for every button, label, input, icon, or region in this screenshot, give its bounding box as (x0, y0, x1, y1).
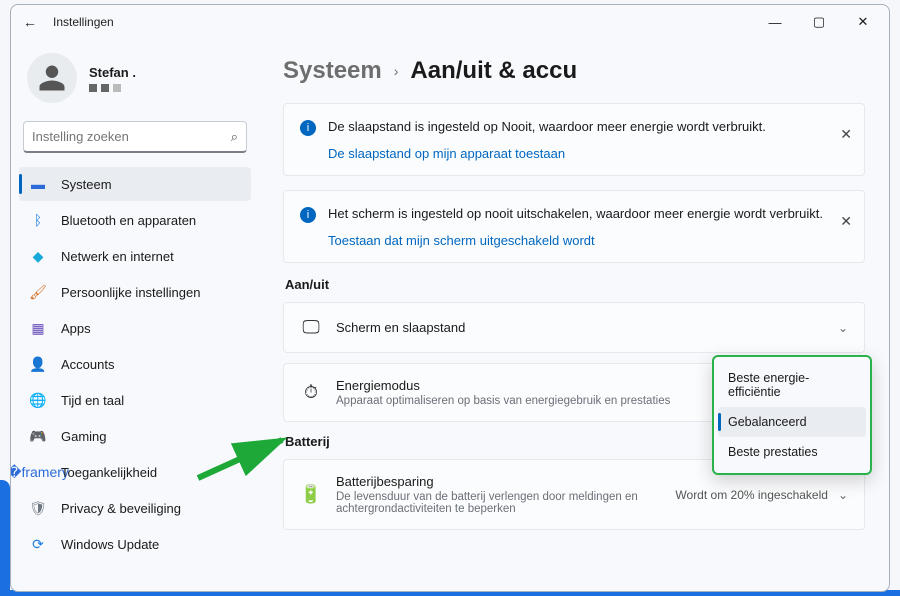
info-icon: i (300, 207, 316, 223)
gauge-icon: ⏱ (300, 382, 322, 403)
shield-icon: 🛡 (29, 499, 47, 517)
breadcrumb-parent[interactable]: Systeem (283, 57, 382, 85)
titlebar: ← Instellingen — ▢ ✕ (11, 5, 889, 39)
setting-title: Scherm en slaapstand (336, 320, 824, 335)
sidebar-item-time-language[interactable]: 🌐 Tijd en taal (19, 383, 251, 417)
info-icon: i (300, 120, 316, 136)
minimize-button[interactable]: — (753, 5, 797, 39)
sidebar-item-label: Gaming (61, 429, 107, 444)
chevron-down-icon: ⌄ (838, 488, 848, 502)
accessibility-icon: �framery (29, 463, 47, 481)
profile-name: Stefan . (89, 65, 136, 80)
nav-list: ▬ Systeem ᛒ Bluetooth en apparaten ◆ Net… (19, 167, 251, 561)
chevron-down-icon: ⌄ (838, 321, 848, 335)
apps-icon: ▦ (29, 319, 47, 337)
desktop-edge-left (0, 480, 10, 596)
sidebar-item-apps[interactable]: ▦ Apps (19, 311, 251, 345)
bluetooth-icon: ᛒ (29, 211, 47, 229)
close-icon[interactable]: ✕ (840, 126, 852, 143)
close-button[interactable]: ✕ (841, 5, 885, 39)
dropdown-option-best-performance[interactable]: Beste prestaties (718, 437, 866, 467)
breadcrumb: Systeem › Aan/uit & accu (283, 57, 865, 85)
info-link-allow-sleep[interactable]: De slaapstand op mijn apparaat toestaan (328, 146, 565, 161)
chevron-right-icon: › (394, 63, 399, 79)
update-icon: ⟳ (29, 535, 47, 553)
profile-sub (89, 84, 136, 92)
person-icon (37, 63, 67, 93)
sidebar-item-windows-update[interactable]: ⟳ Windows Update (19, 527, 251, 561)
display-icon: ▬ (29, 175, 47, 193)
sidebar-item-accounts[interactable]: 👤 Accounts (19, 347, 251, 381)
dropdown-option-best-efficiency[interactable]: Beste energie-efficiëntie (718, 363, 866, 407)
main-content: Systeem › Aan/uit & accu i De slaapstand… (259, 39, 889, 591)
back-button[interactable]: ← (21, 14, 39, 30)
info-text: Het scherm is ingesteld op nooit uitscha… (328, 205, 823, 223)
sidebar-item-label: Privacy & beveiliging (61, 501, 181, 516)
screen-icon: 🖵 (300, 317, 322, 338)
close-icon[interactable]: ✕ (840, 213, 852, 230)
info-card-sleep: i De slaapstand is ingesteld op Nooit, w… (283, 103, 865, 176)
setting-title: Batterijbesparing (336, 474, 661, 489)
sidebar: Stefan . ⌕ ▬ Systeem ᛒ Bluetooth en appa… (11, 39, 259, 591)
sidebar-item-label: Tijd en taal (61, 393, 124, 408)
search-icon: ⌕ (231, 129, 238, 145)
profile-block[interactable]: Stefan . (19, 45, 251, 121)
sidebar-item-label: Apps (61, 321, 91, 336)
info-link-allow-screen-off[interactable]: Toestaan dat mijn scherm uitgeschakeld w… (328, 233, 595, 248)
battery-leaf-icon: 🔋 (300, 484, 322, 505)
avatar (27, 53, 77, 103)
info-text: De slaapstand is ingesteld op Nooit, waa… (328, 118, 766, 136)
sidebar-item-label: Accounts (61, 357, 114, 372)
setting-subtitle: De levensduur van de batterij verlengen … (336, 491, 661, 515)
gamepad-icon: 🎮 (29, 427, 47, 445)
sidebar-item-label: Windows Update (61, 537, 159, 552)
section-label-power: Aan/uit (285, 277, 865, 292)
setting-value: Wordt om 20% ingeschakeld (675, 488, 828, 502)
person-icon: 👤 (29, 355, 47, 373)
globe-icon: 🌐 (29, 391, 47, 409)
sidebar-item-privacy[interactable]: 🛡 Privacy & beveiliging (19, 491, 251, 525)
sidebar-item-accessibility[interactable]: �framery Toegankelijkheid (19, 455, 251, 489)
sidebar-item-gaming[interactable]: 🎮 Gaming (19, 419, 251, 453)
sidebar-item-bluetooth[interactable]: ᛒ Bluetooth en apparaten (19, 203, 251, 237)
dropdown-option-balanced[interactable]: Gebalanceerd (718, 407, 866, 437)
window-title: Instellingen (53, 15, 114, 29)
info-card-screen: i Het scherm is ingesteld op nooit uitsc… (283, 190, 865, 263)
sidebar-item-personalization[interactable]: 🖌 Persoonlijke instellingen (19, 275, 251, 309)
sidebar-item-label: Netwerk en internet (61, 249, 174, 264)
paint-icon: 🖌 (29, 283, 47, 301)
sidebar-item-network[interactable]: ◆ Netwerk en internet (19, 239, 251, 273)
sidebar-item-system[interactable]: ▬ Systeem (19, 167, 251, 201)
settings-window: ← Instellingen — ▢ ✕ Stefan . ⌕ (10, 4, 890, 592)
sidebar-item-label: Toegankelijkheid (61, 465, 157, 480)
sidebar-item-label: Systeem (61, 177, 112, 192)
wifi-icon: ◆ (29, 247, 47, 265)
sidebar-item-label: Persoonlijke instellingen (61, 285, 200, 300)
maximize-button[interactable]: ▢ (797, 5, 841, 39)
search-box[interactable]: ⌕ (23, 121, 247, 153)
power-mode-dropdown: Beste energie-efficiëntie Gebalanceerd B… (712, 355, 872, 475)
sidebar-item-label: Bluetooth en apparaten (61, 213, 196, 228)
search-input[interactable] (32, 129, 231, 144)
page-title: Aan/uit & accu (410, 57, 577, 85)
setting-screen-sleep[interactable]: 🖵 Scherm en slaapstand ⌄ (283, 302, 865, 353)
